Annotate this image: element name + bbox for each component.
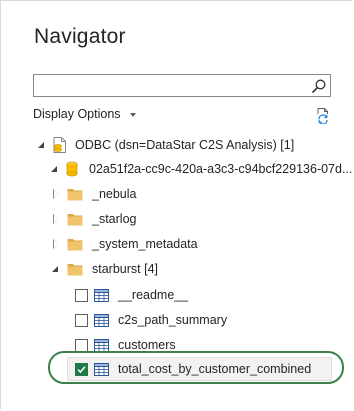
folder-icon bbox=[67, 213, 83, 225]
tree-item-label: _nebula bbox=[92, 187, 137, 201]
odbc-source-icon bbox=[53, 137, 66, 153]
tree-item-folder-starlog[interactable]: _starlog bbox=[51, 209, 136, 229]
tree-item-label: __readme__ bbox=[118, 288, 189, 302]
tree-item-folder-system-metadata[interactable]: _system_metadata bbox=[51, 234, 198, 254]
checkbox[interactable] bbox=[75, 338, 88, 352]
folder-icon bbox=[67, 188, 83, 200]
tree-item-label: customers bbox=[118, 338, 176, 352]
expand-open-icon[interactable] bbox=[51, 264, 61, 274]
search-icon[interactable] bbox=[311, 78, 327, 94]
folder-icon bbox=[67, 238, 83, 250]
tree-item-label: _system_metadata bbox=[92, 237, 198, 251]
tree-item-database[interactable]: 02a51f2a-cc9c-420a-a3c3-c94bcf229136-07d… bbox=[50, 159, 352, 179]
expand-open-icon[interactable] bbox=[37, 140, 47, 150]
table-icon bbox=[94, 338, 109, 352]
tree-item-table-readme[interactable]: __readme__ bbox=[75, 285, 188, 305]
folder-icon bbox=[67, 263, 83, 275]
table-icon bbox=[94, 313, 109, 327]
table-icon bbox=[94, 288, 109, 302]
display-options-dropdown[interactable]: Display Options bbox=[33, 107, 136, 121]
expand-closed-icon[interactable] bbox=[51, 189, 61, 199]
checkbox[interactable] bbox=[75, 313, 88, 327]
highlight-annotation-ring bbox=[48, 351, 344, 384]
search-input[interactable] bbox=[38, 77, 308, 94]
tree-item-folder-starburst[interactable]: starburst [4] bbox=[51, 259, 158, 279]
checkbox[interactable] bbox=[75, 288, 88, 302]
tree-item-label: 02a51f2a-cc9c-420a-a3c3-c94bcf229136-07d… bbox=[89, 162, 353, 176]
database-icon bbox=[66, 161, 78, 177]
refresh-icon[interactable] bbox=[314, 107, 331, 124]
tree-item-label: ODBC (dsn=DataStar C2S Analysis) [1] bbox=[75, 138, 295, 152]
display-options-label: Display Options bbox=[33, 107, 121, 121]
expand-closed-icon[interactable] bbox=[51, 239, 61, 249]
tree-item-folder-nebula[interactable]: _nebula bbox=[51, 184, 137, 204]
chevron-down-icon bbox=[129, 112, 136, 117]
tree-item-odbc-source[interactable]: ODBC (dsn=DataStar C2S Analysis) [1] bbox=[37, 135, 294, 155]
tree-item-table-c2s-path-summary[interactable]: c2s_path_summary bbox=[75, 310, 227, 330]
expand-closed-icon[interactable] bbox=[51, 214, 61, 224]
navigator-dialog: Navigator Display Options ODBC (dsn=Data… bbox=[0, 0, 352, 409]
expand-open-icon[interactable] bbox=[50, 164, 60, 174]
tree-item-label: c2s_path_summary bbox=[118, 313, 228, 327]
tree-item-label: _starlog bbox=[92, 212, 137, 226]
dialog-title: Navigator bbox=[34, 25, 126, 48]
search-box[interactable] bbox=[33, 74, 331, 97]
tree-item-label: starburst [4] bbox=[92, 262, 158, 276]
